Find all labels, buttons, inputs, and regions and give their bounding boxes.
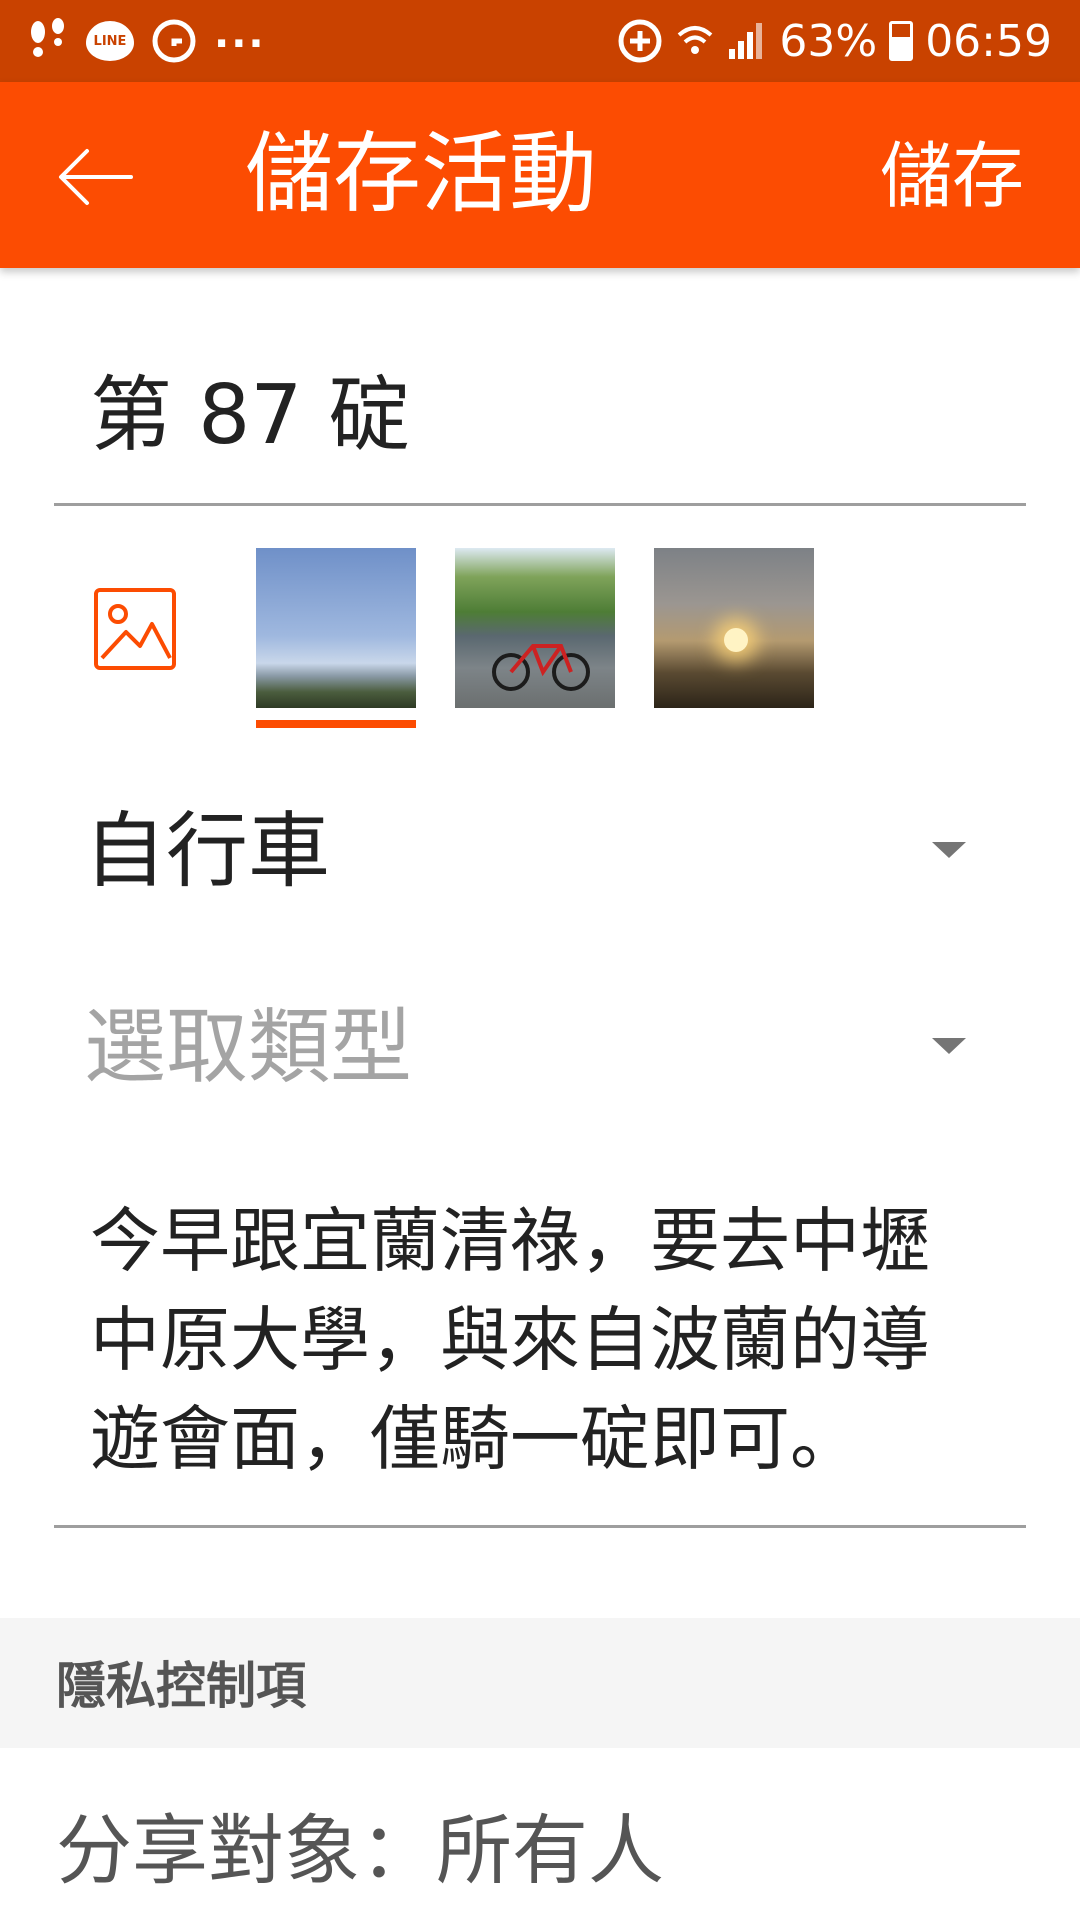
battery-icon xyxy=(889,21,914,61)
clock: 06:59 xyxy=(925,15,1052,67)
data-saver-icon xyxy=(617,18,663,64)
sport-value: 自行車 xyxy=(84,804,331,899)
bicycle-icon xyxy=(492,644,590,691)
status-left-icons: LINE ... xyxy=(28,11,266,68)
caret-down-icon xyxy=(932,1038,966,1054)
photo-thumbnail-sunset[interactable] xyxy=(654,548,814,708)
status-bar: LINE ... 63% 06:59 xyxy=(0,0,1080,82)
add-photo-button[interactable] xyxy=(94,588,176,670)
photo-thumbnail-bike[interactable] xyxy=(455,548,615,708)
status-right-icons: 63% 06:59 xyxy=(617,14,1052,68)
caret-down-icon xyxy=(932,842,966,858)
privacy-section-header: 隱私控制項 xyxy=(0,1618,1080,1748)
battery-percent: 63% xyxy=(779,15,878,67)
selected-photo-indicator xyxy=(256,720,416,728)
activity-type-placeholder: 選取類型 xyxy=(84,1000,413,1095)
privacy-header-label: 隱私控制項 xyxy=(56,1657,306,1715)
wifi-icon xyxy=(675,21,715,61)
page-title: 儲存活動 xyxy=(245,122,598,225)
image-icon xyxy=(94,588,176,670)
footprints-icon xyxy=(28,18,68,64)
activity-title-input[interactable]: 第 87 碇 xyxy=(90,366,410,466)
activity-title-field[interactable]: 第 87 碇 xyxy=(54,360,1026,506)
signal-icon xyxy=(727,21,767,61)
more-dots-icon: ... xyxy=(214,11,266,57)
photo-thumbnail-sky[interactable] xyxy=(256,548,416,708)
share-visibility-row[interactable]: 分享對象：所有人 xyxy=(0,1760,1080,1920)
description-field[interactable]: 今早跟宜蘭清祿，要去中壢中原大學，與來自波蘭的導遊會面，僅騎一碇即可。 xyxy=(54,1192,1026,1528)
line-app-icon: LINE xyxy=(86,21,134,61)
grammarly-icon xyxy=(152,19,196,63)
back-button[interactable] xyxy=(50,132,140,222)
activity-type-dropdown[interactable]: 選取類型 xyxy=(54,988,1026,1108)
share-visibility-label: 分享對象：所有人 xyxy=(56,1806,664,1895)
save-button[interactable]: 儲存 xyxy=(880,136,1024,216)
description-input[interactable]: 今早跟宜蘭清祿，要去中壢中原大學，與來自波蘭的導遊會面，僅騎一碇即可。 xyxy=(90,1192,990,1489)
app-bar: 儲存活動 儲存 xyxy=(0,82,1080,268)
sun-glow xyxy=(724,628,748,652)
sport-dropdown[interactable]: 自行車 xyxy=(54,792,1026,912)
arrow-left-icon xyxy=(59,149,133,205)
